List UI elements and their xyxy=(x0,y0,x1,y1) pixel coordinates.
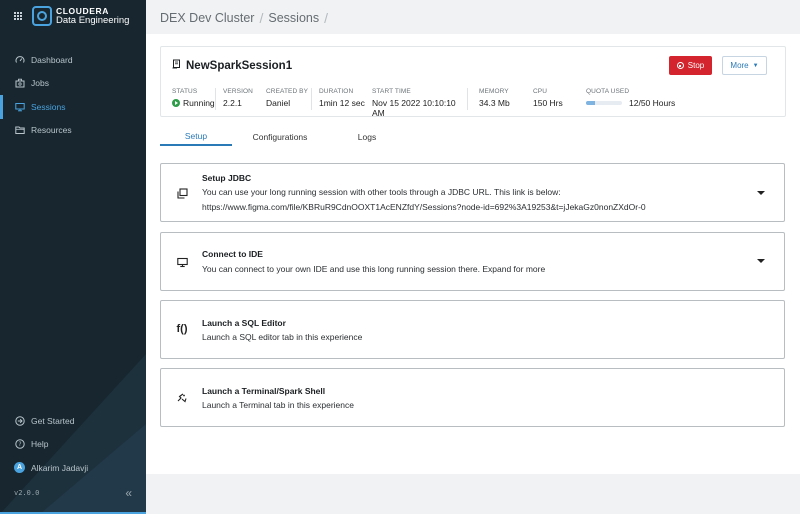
copy-icon[interactable] xyxy=(175,186,189,200)
breadcrumb-separator: / xyxy=(259,10,264,26)
quota-progress-fill xyxy=(586,101,595,105)
brand-text: CLOUDERA Data Engineering xyxy=(56,6,129,26)
dashboard-gauge-icon xyxy=(14,54,25,65)
session-name: NewSparkSession1 xyxy=(186,59,293,72)
meta-label: START TIME xyxy=(372,88,411,95)
terminal-shell-card[interactable]: Launch a Terminal/Spark Shell Launch a T… xyxy=(160,368,785,427)
breadcrumb-separator: / xyxy=(324,10,328,26)
stop-button[interactable]: Stop xyxy=(669,56,712,75)
memory-value: 34.3 Mb xyxy=(479,98,510,108)
main-content: DEX Dev Cluster / Sessions / NewSparkSes… xyxy=(146,0,800,514)
meta-label: MEMORY xyxy=(479,88,509,95)
meta-cpu: CPU 150 Hrs xyxy=(533,88,563,108)
card-title: Launch a SQL Editor xyxy=(202,318,286,328)
sidebar-item-jobs[interactable]: Jobs xyxy=(0,72,146,96)
meta-status: STATUS Running xyxy=(172,88,216,110)
chevron-down-icon[interactable] xyxy=(757,191,765,195)
chevron-down-icon: ▼ xyxy=(752,62,759,69)
meta-label: QUOTA USED xyxy=(586,88,630,95)
avatar: A xyxy=(14,462,25,474)
spark-shell-icon xyxy=(175,391,189,405)
breadcrumb-item-cluster[interactable]: DEX Dev Cluster xyxy=(160,11,254,25)
meta-duration: DURATION 1min 12 sec xyxy=(319,88,365,108)
sidebar-item-label: Jobs xyxy=(31,78,49,89)
sidebar-item-get-started[interactable]: Get Started xyxy=(0,409,146,433)
meta-version: VERSION 2.2.1 xyxy=(223,88,253,108)
quota-progress-bar xyxy=(586,101,622,105)
version-value: 2.2.1 xyxy=(223,98,242,108)
created-by-value: Daniel xyxy=(266,98,291,108)
jdbc-url[interactable]: https://www.figma.com/file/KBRuR9CdnOOXT… xyxy=(202,202,646,212)
spark-session-icon xyxy=(172,59,182,72)
cloudera-logo-icon xyxy=(32,6,52,26)
app-grid-icon[interactable] xyxy=(14,11,23,21)
meta-label: CPU xyxy=(533,88,548,95)
meta-memory: MEMORY 34.3 Mb xyxy=(479,88,510,108)
connect-ide-card[interactable]: Connect to IDE You can connect to your o… xyxy=(160,232,785,291)
version-row: v2.0.0 « xyxy=(14,487,132,499)
card-description: Launch a SQL editor tab in this experien… xyxy=(202,332,363,342)
meta-label: VERSION xyxy=(223,88,253,95)
meta-label: DURATION xyxy=(319,88,354,95)
tab-configurations[interactable]: Configurations xyxy=(240,128,320,146)
cpu-value: 150 Hrs xyxy=(533,98,563,108)
sql-editor-card[interactable]: f() Launch a SQL Editor Launch a SQL edi… xyxy=(160,300,785,359)
duration-value: 1min 12 sec xyxy=(319,98,365,108)
start-time-value: Nov 15 2022 10:10:10 AM xyxy=(372,98,456,118)
app-version: v2.0.0 xyxy=(14,489,40,497)
sidebar-item-resources[interactable]: Resources xyxy=(0,119,146,143)
sidebar-item-help[interactable]: ? Help xyxy=(0,433,146,457)
sidebar-item-dashboard[interactable]: Dashboard xyxy=(0,48,146,72)
stop-label: Stop xyxy=(687,61,705,70)
sidebar-item-user[interactable]: A Alkarim Jadavji xyxy=(0,456,146,480)
card-title: Connect to IDE xyxy=(202,249,263,259)
monitor-icon xyxy=(14,101,25,112)
more-label: More xyxy=(730,61,749,70)
folder-icon xyxy=(14,125,25,136)
running-status-icon xyxy=(172,99,180,107)
sidebar: CLOUDERA Data Engineering Dashboard Jobs… xyxy=(0,0,146,514)
svg-text:?: ? xyxy=(18,441,21,448)
user-name: Alkarim Jadavji xyxy=(31,462,89,473)
briefcase-icon xyxy=(14,78,25,89)
sidebar-nav: Dashboard Jobs Sessions Resources xyxy=(0,48,146,142)
sidebar-item-sessions[interactable]: Sessions xyxy=(0,95,146,119)
help-circle-icon: ? xyxy=(14,439,25,450)
meta-start-time: START TIME Nov 15 2022 10:10:10 AM xyxy=(372,88,468,118)
meta-quota: QUOTA USED 12/50 Hours xyxy=(586,88,675,108)
session-title: NewSparkSession1 xyxy=(172,59,292,72)
more-button[interactable]: More ▼ xyxy=(722,56,767,75)
sidebar-item-label: Dashboard xyxy=(31,54,73,65)
session-header-card: NewSparkSession1 Stop More ▼ STATUS Runn… xyxy=(160,46,786,118)
stop-icon xyxy=(676,62,684,69)
chevron-down-icon[interactable] xyxy=(757,259,765,263)
breadcrumb: DEX Dev Cluster / Sessions / xyxy=(160,10,333,26)
card-title: Launch a Terminal/Spark Shell xyxy=(202,386,326,396)
tab-setup[interactable]: Setup xyxy=(160,128,232,146)
card-title: Setup JDBC xyxy=(202,173,252,183)
meta-created-by: CREATED BY Daniel xyxy=(266,88,312,110)
setup-jdbc-card[interactable]: Setup JDBC You can use your long running… xyxy=(160,163,785,222)
sidebar-item-label: Sessions xyxy=(31,101,66,112)
arrow-circle-icon xyxy=(14,415,25,426)
monitor-icon xyxy=(175,255,189,269)
card-description: You can use your long running session wi… xyxy=(202,187,561,197)
double-chevron-left-icon[interactable]: « xyxy=(125,487,132,499)
tab-logs[interactable]: Logs xyxy=(342,128,392,146)
meta-label: CREATED BY xyxy=(266,88,309,95)
quota-value: 12/50 Hours xyxy=(629,98,676,108)
brand[interactable]: CLOUDERA Data Engineering xyxy=(14,6,129,26)
sidebar-item-label: Resources xyxy=(31,125,72,136)
breadcrumb-item-sessions[interactable]: Sessions xyxy=(268,11,319,25)
card-description: You can connect to your own IDE and use … xyxy=(202,264,546,274)
sidebar-item-label: Get Started xyxy=(31,415,75,426)
sidebar-bottom-nav: Get Started ? Help A Alkarim Jadavji xyxy=(0,409,146,480)
sidebar-item-label: Help xyxy=(31,439,49,450)
meta-label: STATUS xyxy=(172,88,198,95)
status-value: Running xyxy=(183,98,215,108)
session-tabs: Setup Configurations Logs xyxy=(160,128,786,146)
brand-product: Data Engineering xyxy=(56,15,130,26)
card-description: Launch a Terminal tab in this experience xyxy=(202,400,354,410)
function-icon: f() xyxy=(176,323,188,335)
